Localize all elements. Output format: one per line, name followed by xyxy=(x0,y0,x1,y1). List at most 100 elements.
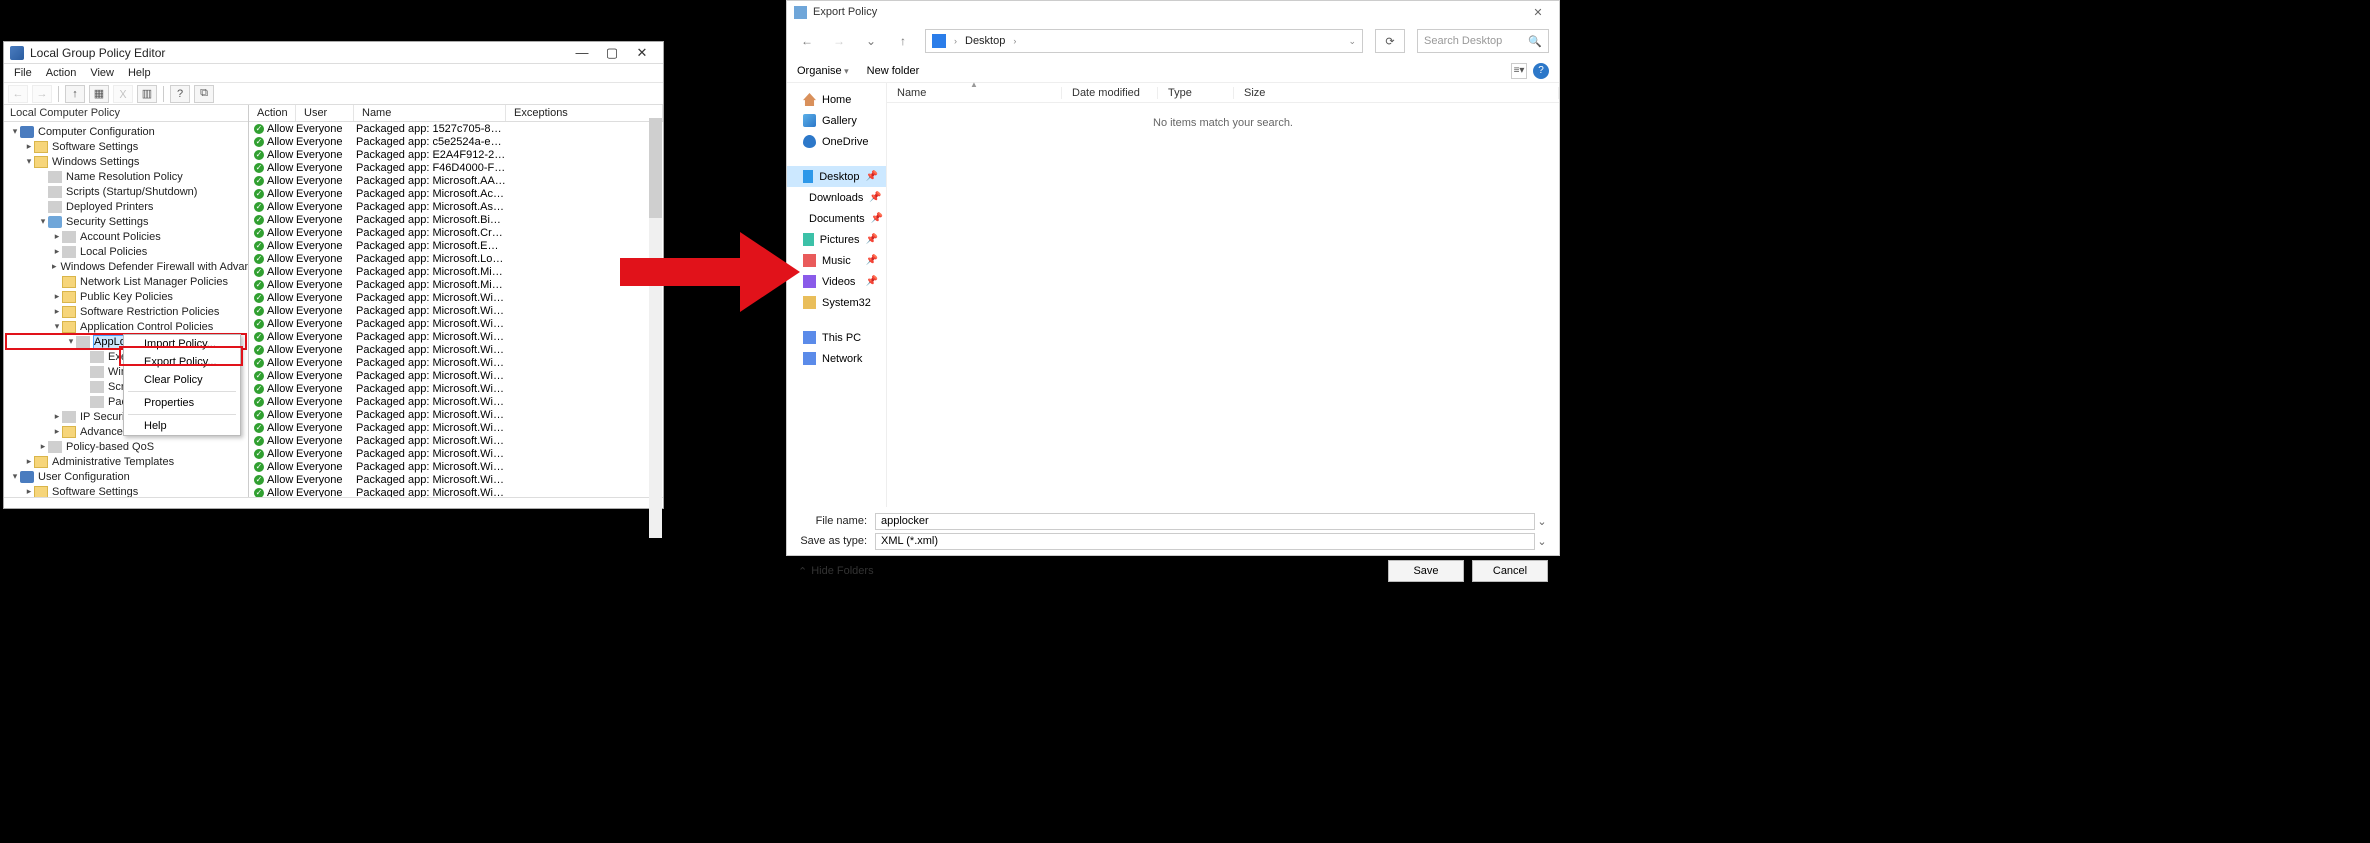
table-row[interactable]: ✓AllowEveryonePackaged app: Microsoft.Wi… xyxy=(249,434,663,447)
expander-icon[interactable]: ▸ xyxy=(52,246,62,257)
table-row[interactable]: ✓AllowEveryonePackaged app: Microsoft.Wi… xyxy=(249,356,663,369)
minimize-button[interactable]: — xyxy=(567,45,597,61)
table-row[interactable]: ✓AllowEveryonePackaged app: Microsoft.Lo… xyxy=(249,252,663,265)
col-name[interactable]: Name xyxy=(887,87,1062,99)
expander-icon[interactable]: ▸ xyxy=(24,141,34,152)
filetype-dropdown[interactable]: ⌄ xyxy=(1535,535,1549,548)
help-button[interactable]: ? xyxy=(1533,63,1549,79)
filename-dropdown[interactable]: ⌄ xyxy=(1535,515,1549,528)
nav-gallery[interactable]: Gallery xyxy=(787,110,886,131)
forward-button[interactable]: → xyxy=(829,31,849,51)
menu-clear-policy[interactable]: Clear Policy xyxy=(124,371,240,389)
view-options-button[interactable]: ≡▾ xyxy=(1511,63,1527,79)
show-hide-tree-button[interactable]: ▦ xyxy=(89,85,109,103)
tree-local-policies[interactable]: Local Policies xyxy=(80,246,147,258)
tree-software-restriction[interactable]: Software Restriction Policies xyxy=(80,306,219,318)
refresh-button[interactable]: ⟳ xyxy=(1375,29,1405,53)
expander-icon[interactable]: ▸ xyxy=(52,291,62,302)
cancel-button[interactable]: Cancel xyxy=(1472,560,1548,582)
expander-icon[interactable]: ▸ xyxy=(52,426,62,437)
table-row[interactable]: ✓AllowEveryonePackaged app: Microsoft.Wi… xyxy=(249,382,663,395)
grid-scrollbar[interactable] xyxy=(649,118,662,538)
expander-icon[interactable]: ▾ xyxy=(38,216,48,227)
delete-button[interactable]: Ｘ xyxy=(113,85,133,103)
nav-this-pc[interactable]: This PC xyxy=(787,327,886,348)
help-button[interactable]: ? xyxy=(170,85,190,103)
up-button[interactable]: ↑ xyxy=(893,31,913,51)
col-user[interactable]: User xyxy=(296,105,354,121)
nav-onedrive[interactable]: OneDrive xyxy=(787,131,886,152)
expander-icon[interactable]: ▸ xyxy=(24,456,34,467)
search-input[interactable]: Search Desktop 🔍 xyxy=(1417,29,1549,53)
tree-application-control[interactable]: Application Control Policies xyxy=(80,321,213,333)
table-row[interactable]: ✓AllowEveryonePackaged app: Microsoft.Wi… xyxy=(249,317,663,330)
nav-home[interactable]: Home xyxy=(787,89,886,110)
address-bar[interactable]: › Desktop › ⌄ xyxy=(925,29,1363,53)
tree-scripts[interactable]: Scripts (Startup/Shutdown) xyxy=(66,186,197,198)
menu-file[interactable]: File xyxy=(14,67,32,79)
tree-policy-qos[interactable]: Policy-based QoS xyxy=(66,441,154,453)
table-row[interactable]: ✓AllowEveryonePackaged app: F46D4000-FD2… xyxy=(249,161,663,174)
organise-button[interactable]: Organise xyxy=(797,65,849,77)
table-row[interactable]: ✓AllowEveryonePackaged app: Microsoft.Wi… xyxy=(249,369,663,382)
tree-windows-settings[interactable]: Windows Settings xyxy=(52,156,139,168)
tree-computer-configuration[interactable]: Computer Configuration xyxy=(38,126,155,138)
chevron-down-icon[interactable]: ⌄ xyxy=(1348,36,1356,47)
expander-icon[interactable]: ▾ xyxy=(10,471,20,482)
table-row[interactable]: ✓AllowEveryonePackaged app: Microsoft.EC… xyxy=(249,239,663,252)
col-name[interactable]: Name xyxy=(354,105,506,121)
nav-desktop[interactable]: Desktop📌 xyxy=(787,166,886,187)
new-folder-button[interactable]: New folder xyxy=(867,65,920,77)
tree-admin-templates[interactable]: Administrative Templates xyxy=(52,456,174,468)
table-row[interactable]: ✓AllowEveryonePackaged app: Microsoft.Wi… xyxy=(249,395,663,408)
table-row[interactable]: ✓AllowEveryonePackaged app: Microsoft.Wi… xyxy=(249,304,663,317)
table-row[interactable]: ✓AllowEveryonePackaged app: Microsoft.Wi… xyxy=(249,447,663,460)
table-row[interactable]: ✓AllowEveryonePackaged app: Microsoft.Ac… xyxy=(249,187,663,200)
expander-icon[interactable]: ▾ xyxy=(52,321,62,332)
col-date-modified[interactable]: Date modified xyxy=(1062,87,1158,99)
menu-help[interactable]: Help xyxy=(128,67,151,79)
table-row[interactable]: ✓AllowEveryonePackaged app: 1527c705-839… xyxy=(249,122,663,135)
table-row[interactable]: ✓AllowEveryonePackaged app: c5e2524a-ea4… xyxy=(249,135,663,148)
menu-help[interactable]: Help xyxy=(124,417,240,435)
table-row[interactable]: ✓AllowEveryonePackaged app: Microsoft.As… xyxy=(249,200,663,213)
properties-button[interactable]: ▥ xyxy=(137,85,157,103)
table-row[interactable]: ✓AllowEveryonePackaged app: Microsoft.Cr… xyxy=(249,226,663,239)
tree-deployed-printers[interactable]: Deployed Printers xyxy=(66,201,153,213)
menu-properties[interactable]: Properties xyxy=(124,394,240,412)
table-row[interactable]: ✓AllowEveryonePackaged app: Microsoft.Wi… xyxy=(249,421,663,434)
nav-documents[interactable]: Documents📌 xyxy=(787,208,886,229)
table-row[interactable]: ✓AllowEveryonePackaged app: Microsoft.Wi… xyxy=(249,408,663,421)
tree-software-settings[interactable]: Software Settings xyxy=(52,141,138,153)
table-row[interactable]: ✓AllowEveryonePackaged app: Microsoft.Wi… xyxy=(249,343,663,356)
back-button[interactable]: ← xyxy=(8,85,28,103)
table-row[interactable]: ✓AllowEveryonePackaged app: Microsoft.Wi… xyxy=(249,460,663,473)
expander-icon[interactable]: ▾ xyxy=(24,156,34,167)
table-row[interactable]: ✓AllowEveryonePackaged app: Microsoft.Wi… xyxy=(249,291,663,304)
back-button[interactable]: ← xyxy=(797,31,817,51)
menu-view[interactable]: View xyxy=(90,67,114,79)
col-type[interactable]: Type xyxy=(1158,87,1234,99)
breadcrumb-desktop[interactable]: Desktop xyxy=(965,35,1005,47)
expander-icon[interactable]: ▸ xyxy=(52,411,62,422)
table-row[interactable]: ✓AllowEveryonePackaged app: Microsoft.AA… xyxy=(249,174,663,187)
table-row[interactable]: ✓AllowEveryonePackaged app: Microsoft.Bi… xyxy=(249,213,663,226)
filter-button[interactable]: ⧉ xyxy=(194,85,214,103)
filename-input[interactable]: applocker xyxy=(875,513,1535,530)
table-row[interactable]: ✓AllowEveryonePackaged app: Microsoft.Wi… xyxy=(249,473,663,486)
hide-folders-button[interactable]: ⌃ Hide Folders xyxy=(798,565,874,578)
save-button[interactable]: Save xyxy=(1388,560,1464,582)
menu-import-policy[interactable]: Import Policy... xyxy=(124,335,240,353)
up-button[interactable]: ↑ xyxy=(65,85,85,103)
tree-name-resolution-policy[interactable]: Name Resolution Policy xyxy=(66,171,183,183)
expander-icon[interactable]: ▸ xyxy=(38,441,48,452)
expander-icon[interactable]: ▸ xyxy=(52,231,62,242)
menu-action[interactable]: Action xyxy=(46,67,77,79)
tree-account-policies[interactable]: Account Policies xyxy=(80,231,161,243)
tree-user-configuration[interactable]: User Configuration xyxy=(38,471,130,483)
filetype-select[interactable]: XML (*.xml) xyxy=(875,533,1535,550)
table-row[interactable]: ✓AllowEveryonePackaged app: Microsoft.Wi… xyxy=(249,330,663,343)
col-size[interactable]: Size xyxy=(1234,87,1559,99)
tree-software-settings-user[interactable]: Software Settings xyxy=(52,486,138,498)
expander-icon[interactable]: ▸ xyxy=(52,306,62,317)
